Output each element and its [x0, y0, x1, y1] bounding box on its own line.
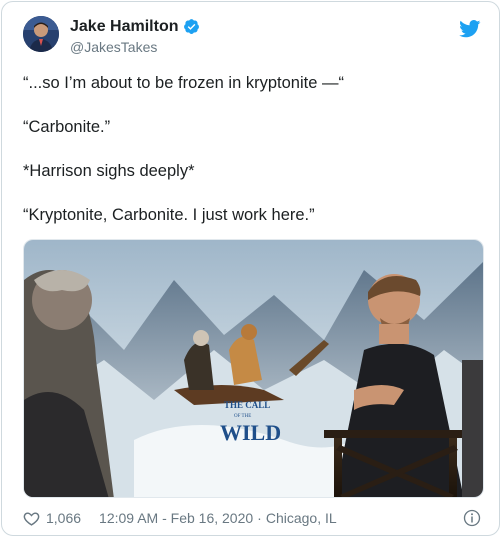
twitter-bird-icon[interactable]: [459, 20, 481, 38]
poster-title-line1: THE CALL: [224, 400, 270, 410]
author-name[interactable]: Jake Hamilton: [70, 17, 178, 36]
tweet-location[interactable]: Chicago, IL: [266, 510, 337, 526]
author-block: Jake Hamilton @JakesTakes: [70, 17, 200, 56]
tweet-footer: 1,066 12:09 AM - Feb 16, 2020 · Chicago,…: [23, 507, 481, 529]
poster-title-line2: WILD: [220, 420, 281, 445]
tweet-line: *Harrison sighs deeply*: [23, 162, 195, 180]
info-icon[interactable]: [463, 509, 481, 527]
author-handle[interactable]: @JakesTakes: [70, 38, 200, 56]
heart-icon[interactable]: [23, 510, 40, 527]
like-count: 1,066: [46, 510, 82, 526]
tweet-line: “Kryptonite, Carbonite. I just work here…: [23, 206, 315, 224]
tweet-text: “...so I’m about to be frozen in krypton…: [23, 72, 485, 248]
tweet-card: Jake Hamilton @JakesTakes “...so I’m abo…: [1, 1, 500, 536]
like-button[interactable]: 1,066: [23, 510, 81, 527]
poster-title-small: OF THE: [234, 414, 251, 419]
tweet-timestamp[interactable]: 12:09 AM - Feb 16, 2020: [99, 510, 253, 526]
tweet-line: “...so I’m about to be frozen in krypton…: [23, 74, 344, 92]
verified-badge-icon: [183, 18, 200, 35]
video-frame: THE CALL OF THE WILD: [24, 240, 483, 497]
avatar[interactable]: [23, 16, 59, 52]
tweet-line: “Carbonite.”: [23, 118, 111, 136]
tweet-meta: 12:09 AM - Feb 16, 2020 · Chicago, IL: [99, 510, 337, 526]
tweet-media-video[interactable]: THE CALL OF THE WILD: [23, 239, 484, 498]
tweet-header: Jake Hamilton @JakesTakes: [23, 16, 481, 62]
meta-separator: ·: [257, 510, 262, 526]
